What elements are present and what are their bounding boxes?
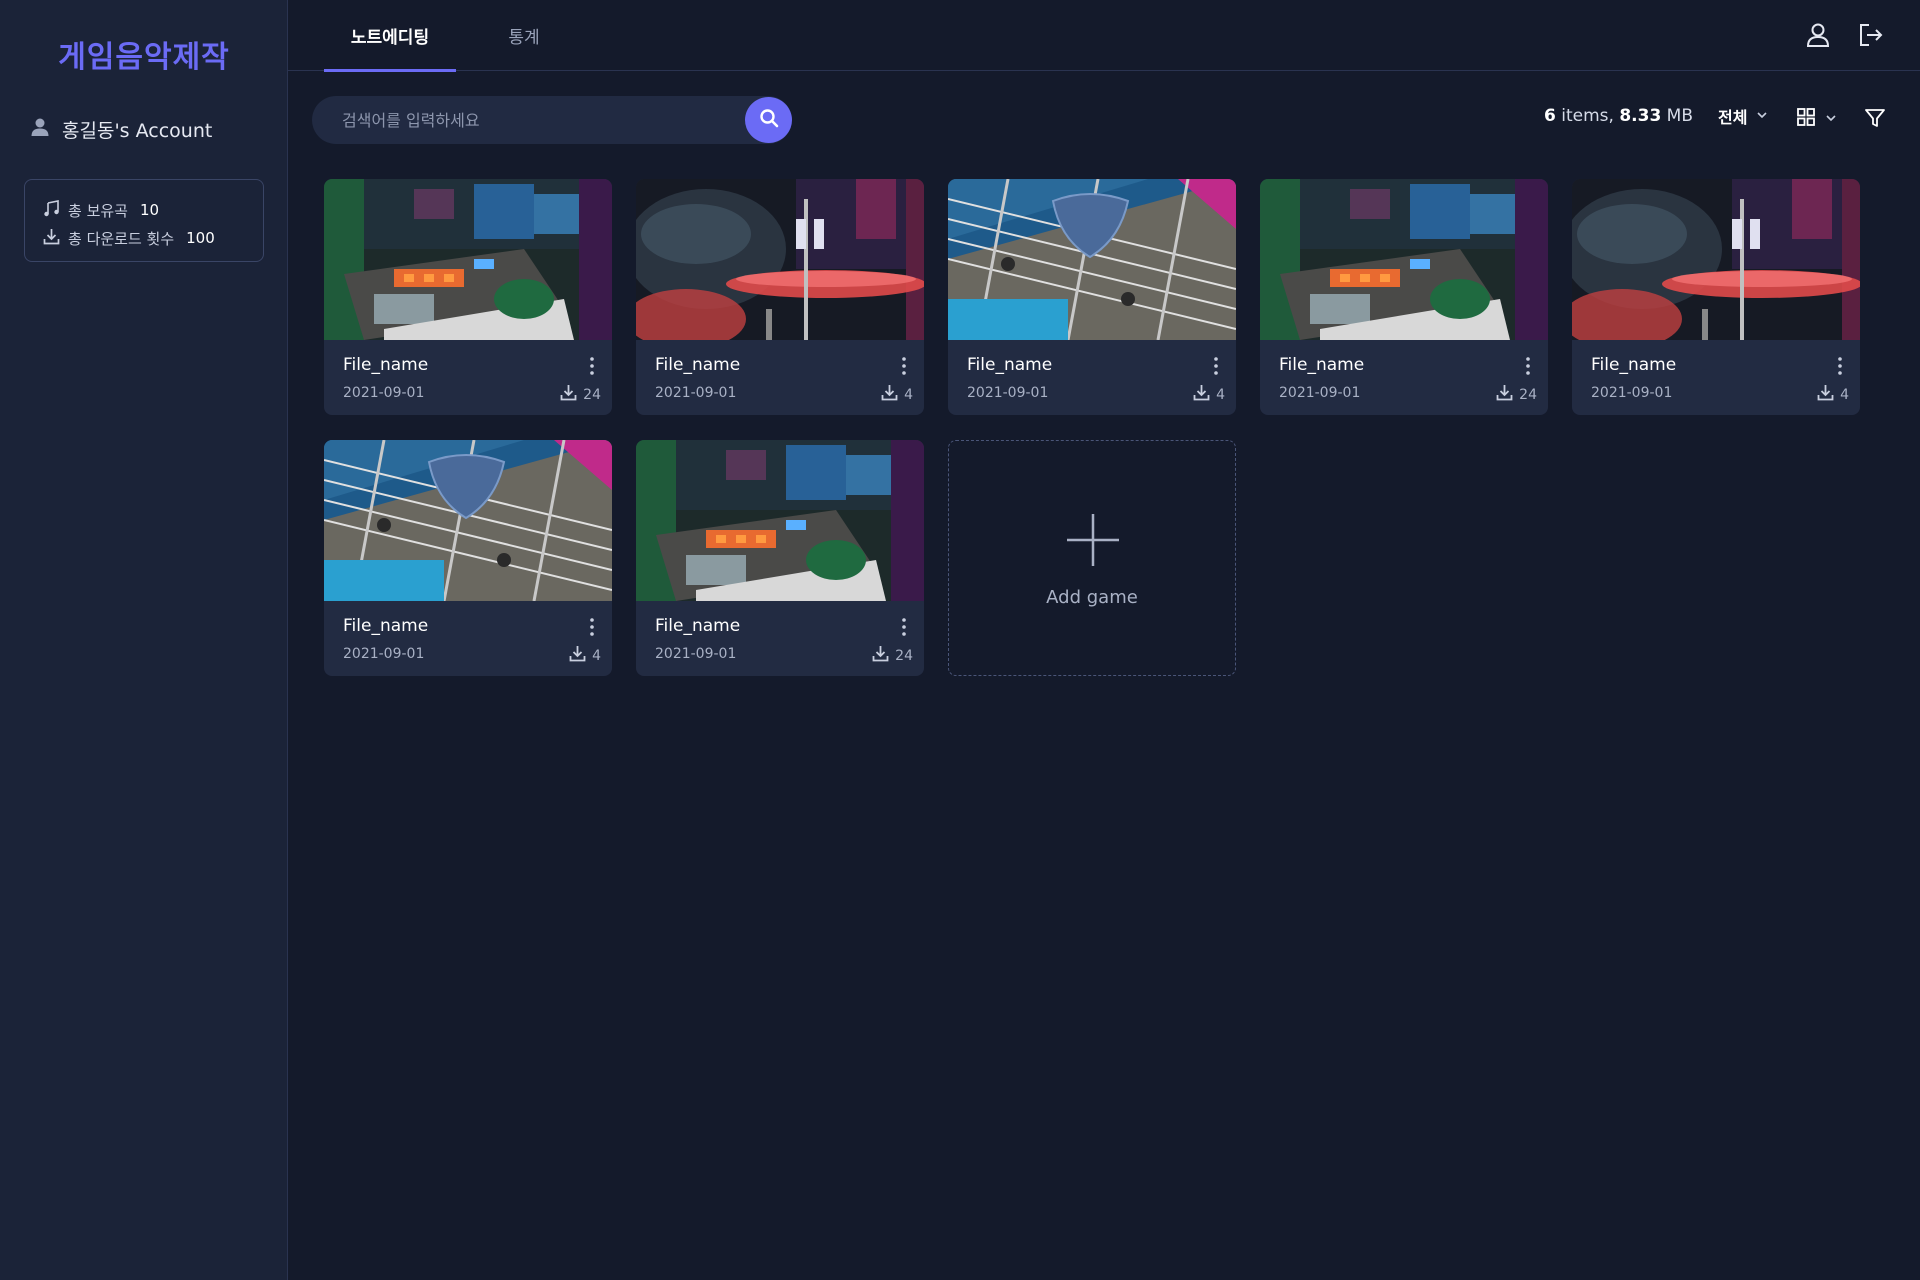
- file-card[interactable]: File_name 2021-09-01 24: [636, 440, 924, 676]
- file-date: 2021-09-01: [343, 646, 425, 662]
- item-count-unit: items,: [1555, 106, 1620, 126]
- add-game-label: Add game: [1046, 587, 1138, 608]
- tab-statistics[interactable]: 통계: [494, 0, 554, 71]
- user-icon[interactable]: [1805, 22, 1831, 48]
- download-icon: [1817, 384, 1834, 405]
- filter-select-value: 전체: [1718, 108, 1748, 127]
- download-count-value: 4: [1216, 386, 1225, 403]
- tab-note-editing[interactable]: 노트에디팅: [324, 0, 456, 72]
- more-vertical-icon[interactable]: [1210, 355, 1222, 377]
- file-date: 2021-09-01: [343, 385, 425, 401]
- search-button[interactable]: [745, 97, 792, 143]
- stat-label: 총 보유곡: [68, 201, 128, 220]
- top-header: 노트에디팅 통계: [288, 0, 1920, 72]
- download-count-value: 4: [592, 647, 601, 664]
- search-icon: [759, 108, 779, 132]
- file-date: 2021-09-01: [655, 385, 737, 401]
- file-name: File_name: [967, 355, 1053, 375]
- stat-value: 100: [186, 229, 215, 247]
- sidebar: 게임음악제작 홍길동's Account 총 보유곡 10 총 다운로드 횟수 …: [0, 0, 288, 1280]
- download-count[interactable]: 24: [872, 645, 913, 666]
- download-icon: [1193, 384, 1210, 405]
- file-name: File_name: [655, 616, 741, 636]
- stat-value: 10: [139, 201, 160, 219]
- download-count-value: 4: [904, 386, 913, 403]
- plus-icon: [1065, 512, 1121, 568]
- download-count[interactable]: 4: [881, 384, 913, 405]
- download-count[interactable]: 4: [1193, 384, 1225, 405]
- file-thumbnail: [636, 440, 924, 601]
- search-input[interactable]: [342, 96, 722, 144]
- download-count[interactable]: 4: [1817, 384, 1849, 405]
- download-icon: [872, 645, 889, 666]
- items-summary: 6 items, 8.33 MB: [1544, 106, 1693, 126]
- file-thumbnail: [324, 179, 612, 340]
- file-date: 2021-09-01: [967, 385, 1049, 401]
- stat-total-downloads: 총 다운로드 횟수 100: [43, 224, 245, 252]
- more-vertical-icon[interactable]: [586, 616, 598, 638]
- music-note-icon: [43, 199, 60, 221]
- download-count[interactable]: 24: [1496, 384, 1537, 405]
- file-card[interactable]: File_name 2021-09-01 4: [1572, 179, 1860, 415]
- file-card[interactable]: File_name 2021-09-01 4: [948, 179, 1236, 415]
- account-name: 홍길동's Account: [62, 120, 213, 142]
- more-vertical-icon[interactable]: [898, 355, 910, 377]
- download-count-value: 24: [583, 386, 601, 403]
- file-name: File_name: [343, 355, 429, 375]
- account-link[interactable]: 홍길동's Account: [30, 116, 212, 143]
- file-thumbnail: [324, 440, 612, 601]
- item-count: 6: [1544, 106, 1556, 126]
- file-thumbnail: [948, 179, 1236, 340]
- more-vertical-icon[interactable]: [1522, 355, 1534, 377]
- total-size-unit: MB: [1661, 106, 1694, 126]
- stats-panel: 총 보유곡 10 총 다운로드 횟수 100: [24, 179, 264, 262]
- search-bar: [312, 96, 792, 144]
- view-mode-select[interactable]: [1796, 107, 1838, 131]
- download-count-value: 24: [895, 647, 913, 664]
- brand-logo[interactable]: 게임음악제작: [0, 32, 288, 76]
- funnel-icon[interactable]: [1864, 107, 1886, 129]
- grid-view-icon: [1796, 107, 1816, 131]
- more-vertical-icon[interactable]: [1834, 355, 1846, 377]
- file-thumbnail: [1572, 179, 1860, 340]
- file-card[interactable]: File_name 2021-09-01 24: [1260, 179, 1548, 415]
- file-card[interactable]: File_name 2021-09-01 4: [324, 440, 612, 676]
- download-icon: [881, 384, 898, 405]
- download-count[interactable]: 4: [569, 645, 601, 666]
- download-icon: [43, 228, 60, 249]
- filter-select[interactable]: 전체: [1718, 104, 1769, 128]
- stat-total-songs: 총 보유곡 10: [43, 196, 245, 224]
- chevron-down-icon: [1824, 110, 1838, 129]
- download-icon: [560, 384, 577, 405]
- download-count-value: 4: [1840, 386, 1849, 403]
- file-name: File_name: [1279, 355, 1365, 375]
- file-date: 2021-09-01: [1279, 385, 1361, 401]
- download-icon: [1496, 384, 1513, 405]
- file-name: File_name: [1591, 355, 1677, 375]
- file-date: 2021-09-01: [655, 646, 737, 662]
- file-card[interactable]: File_name 2021-09-01 24: [324, 179, 612, 415]
- download-count-value: 24: [1519, 386, 1537, 403]
- file-name: File_name: [655, 355, 741, 375]
- more-vertical-icon[interactable]: [586, 355, 598, 377]
- file-date: 2021-09-01: [1591, 385, 1673, 401]
- add-game-button[interactable]: Add game: [948, 440, 1236, 676]
- file-thumbnail: [636, 179, 924, 340]
- file-name: File_name: [343, 616, 429, 636]
- file-card[interactable]: File_name 2021-09-01 4: [636, 179, 924, 415]
- logout-icon[interactable]: [1858, 22, 1884, 48]
- user-icon: [30, 117, 50, 142]
- download-icon: [569, 645, 586, 666]
- total-size: 8.33: [1619, 106, 1662, 126]
- more-vertical-icon[interactable]: [898, 616, 910, 638]
- stat-label: 총 다운로드 횟수: [68, 229, 175, 248]
- file-thumbnail: [1260, 179, 1548, 340]
- chevron-down-icon: [1755, 107, 1769, 126]
- download-count[interactable]: 24: [560, 384, 601, 405]
